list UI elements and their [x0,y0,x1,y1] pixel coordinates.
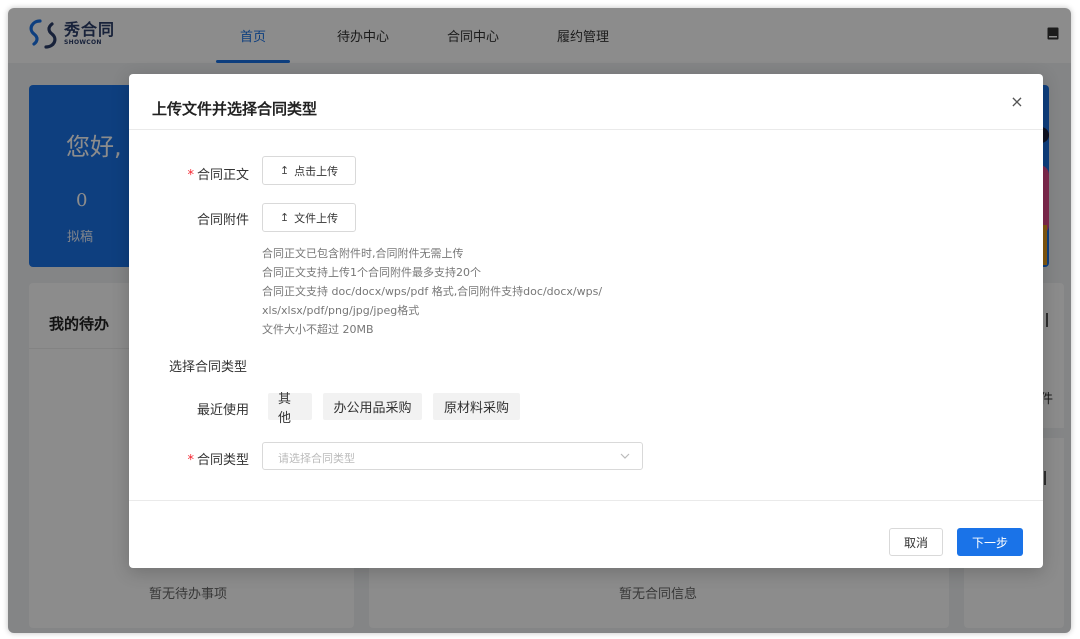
upload-icon: ↥ [279,211,290,224]
next-step-button[interactable]: 下一步 [957,528,1023,556]
hint-line-2: 合同正文支持上传1个合同附件最多支持20个 [262,266,481,279]
divider [129,129,1043,130]
cancel-button[interactable]: 取消 [889,528,943,556]
upload-dialog: 上传文件并选择合同类型 × * 合同正文 ↥ 点击上传 合同附件 ↥ 文件上传 合… [129,74,1043,568]
app-window: 秀合同 SHOWCON 首页 待办中心 合同中心 履约管理 您好, 0 拟稿 我… [8,8,1071,633]
divider [129,500,1043,501]
recent-label: 最近使用 [196,403,249,418]
required-mark: * [187,453,194,468]
upload-attachment-button[interactable]: ↥ 文件上传 [262,203,356,232]
contract-type-label: * 合同类型 [187,453,249,468]
close-icon[interactable]: × [1009,94,1025,110]
contract-type-section-title: 选择合同类型 [169,360,248,375]
hint-line-3: 合同正文支持 doc/docx/wps/pdf 格式,合同附件支持doc/doc… [262,285,603,298]
hint-line-4: xls/xlsx/pdf/png/jpg/jpeg格式 [262,304,420,317]
dialog-title: 上传文件并选择合同类型 [152,100,318,118]
recent-tag-raw-materials[interactable]: 原材料采购 [433,393,520,420]
recent-tag-office-supplies[interactable]: 办公用品采购 [323,393,422,420]
attachment-label: 合同附件 [196,213,249,228]
hint-line-1: 合同正文已包含附件时,合同附件无需上传 [262,247,464,260]
upload-main-doc-button[interactable]: ↥ 点击上传 [262,156,356,185]
required-mark: * [187,168,194,183]
chevron-down-icon [620,453,630,459]
contract-type-select[interactable]: 请选择合同类型 [262,442,643,470]
recent-tag-other[interactable]: 其他 [268,392,312,426]
contract-type-placeholder: 请选择合同类型 [278,452,355,465]
upload-icon: ↥ [279,164,290,177]
hint-line-5: 文件大小不超过 20MB [262,323,374,336]
main-doc-label: * 合同正文 [187,168,249,183]
